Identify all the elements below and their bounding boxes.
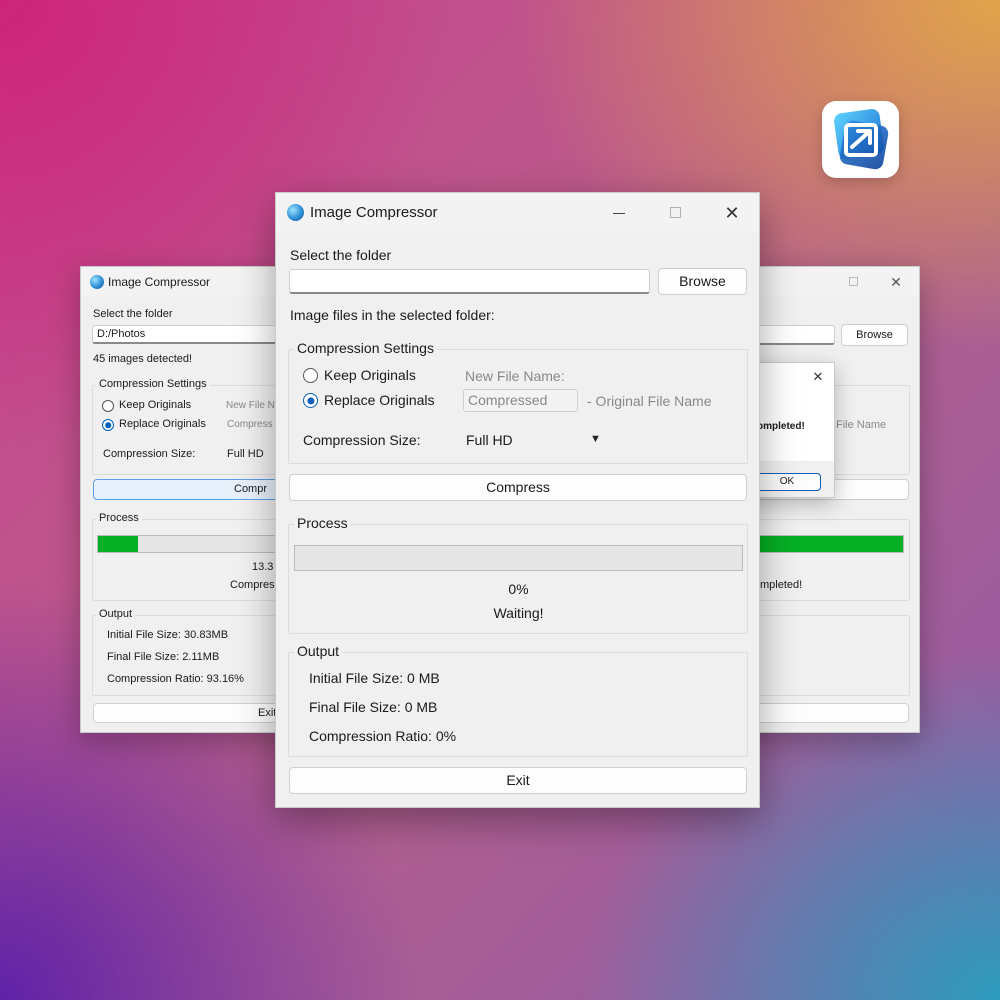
final-file-size: Final File Size: 0 MB [309, 699, 438, 715]
new-file-name-input[interactable]: Compress [227, 419, 273, 430]
compression-size-select[interactable]: Full HD [227, 448, 264, 460]
browse-button[interactable]: Browse [658, 268, 747, 295]
replace-originals-label: Replace Originals [324, 392, 435, 408]
progress-percent: 0% [508, 581, 529, 597]
new-file-name-label: New File N [226, 400, 275, 411]
compression-size-select[interactable]: Full HD [466, 432, 513, 448]
keep-originals-label: Keep Originals [119, 399, 192, 411]
new-file-name-input[interactable]: Compressed [463, 389, 578, 412]
process-title: Process [294, 515, 351, 531]
process-title: Process [96, 512, 142, 524]
main-window-titlebar: Image Compressor ✕ [276, 193, 759, 233]
progress-fill [98, 536, 138, 552]
brand-logo-icon [834, 109, 889, 170]
compress-button[interactable]: Compress [289, 474, 747, 501]
window-title: Image Compressor [310, 204, 438, 221]
progress-status: Waiting! [493, 605, 544, 621]
close-icon[interactable]: ✕ [887, 273, 905, 291]
app-icon [287, 204, 304, 221]
folder-label: Select the folder [290, 247, 392, 263]
keep-originals-radio[interactable] [303, 368, 318, 383]
output-title: Output [96, 608, 136, 620]
initial-file-size: Initial File Size: 30.83MB [107, 629, 229, 641]
main-window: Image Compressor ✕ Select the folder Bro… [275, 192, 760, 808]
minimize-icon[interactable] [610, 205, 628, 221]
new-file-name-label: New File Name: [465, 368, 565, 384]
keep-originals-label: Keep Originals [324, 367, 416, 383]
compression-settings-title: Compression Settings [294, 340, 437, 356]
close-icon[interactable]: ✕ [809, 368, 827, 386]
folder-label: Select the folder [93, 308, 173, 320]
progress-percent: 13.3 [252, 561, 274, 573]
replace-originals-radio[interactable] [303, 393, 318, 408]
progress-status: mpleted! [760, 579, 803, 591]
brand-logo [822, 101, 899, 178]
compression-ratio: Compression Ratio: 0% [309, 728, 457, 744]
exit-button[interactable]: Exit [289, 767, 747, 794]
browse-button[interactable]: Browse [841, 324, 908, 346]
compression-size-label: Compression Size: [303, 432, 421, 448]
maximize-icon[interactable] [666, 205, 684, 221]
app-icon [90, 275, 104, 289]
progress-status: Compres [230, 579, 275, 591]
original-file-name-suffix: File Name [836, 419, 887, 431]
image-files-label: Image files in the selected folder: [290, 307, 495, 323]
chevron-down-icon[interactable]: ▼ [590, 433, 601, 445]
compression-size-label: Compression Size: [103, 448, 196, 460]
keep-originals-radio[interactable] [102, 400, 114, 412]
final-file-size: Final File Size: 2.11MB [107, 651, 220, 663]
compression-settings-title: Compression Settings [96, 378, 210, 390]
dialog-message: ompleted! [757, 421, 805, 432]
output-title: Output [294, 643, 343, 659]
replace-originals-label: Replace Originals [119, 418, 206, 430]
compression-progress-bar [294, 545, 743, 571]
ok-button[interactable]: OK [753, 473, 821, 491]
original-file-name-suffix: - Original File Name [587, 393, 712, 409]
replace-originals-radio[interactable] [102, 419, 114, 431]
images-detected-text: 45 images detected! [93, 353, 193, 365]
initial-file-size: Initial File Size: 0 MB [309, 670, 440, 686]
folder-path-input[interactable] [289, 269, 650, 294]
window-title: Image Compressor [108, 275, 211, 289]
compression-ratio: Compression Ratio: 93.16% [107, 673, 244, 685]
maximize-icon[interactable] [845, 275, 861, 289]
close-icon[interactable]: ✕ [721, 202, 743, 224]
